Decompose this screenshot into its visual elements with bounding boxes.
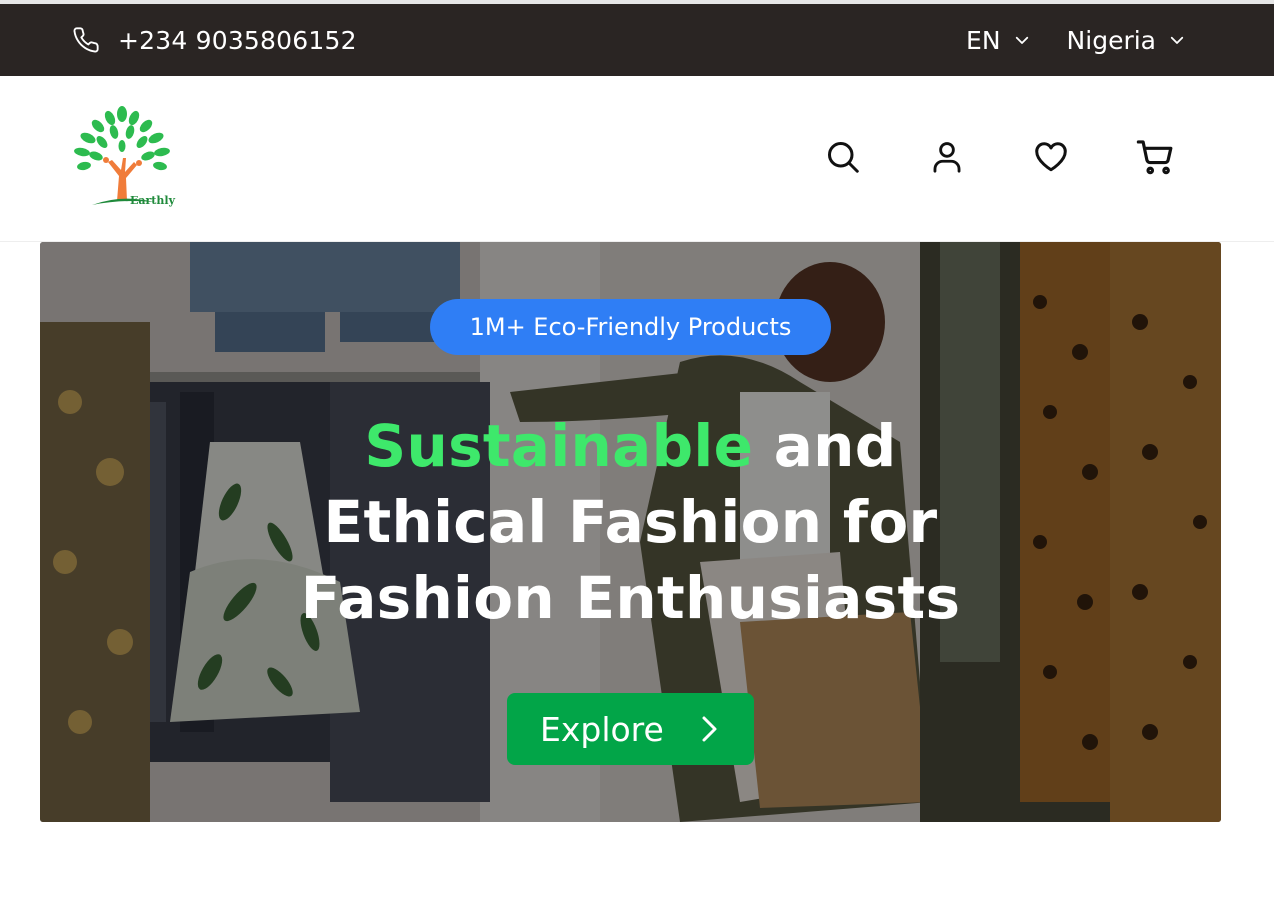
headline-line2: Ethical Fashion for [323,488,938,556]
country-selector[interactable]: Nigeria [1067,26,1186,55]
chevron-right-icon [698,714,720,744]
headline-line1-rest: and [753,412,897,480]
phone-number: +234 9035806152 [118,25,357,55]
top-bar: +234 9035806152 EN Nigeria [0,4,1274,76]
explore-label: Explore [540,709,664,749]
hero-banner: 1M+ Eco-Friendly Products Sustainable an… [40,242,1221,822]
chevron-down-icon [1013,31,1031,49]
explore-button[interactable]: Explore [507,693,754,765]
phone-contact[interactable]: +234 9035806152 [72,4,357,76]
user-icon[interactable] [928,138,966,176]
headline-line3: Fashion Enthusiasts [300,564,961,632]
eco-products-badge: 1M+ Eco-Friendly Products [430,299,831,355]
search-icon[interactable] [824,138,862,176]
locale-selectors: EN Nigeria [966,4,1186,76]
chevron-down-icon [1168,31,1186,49]
language-value: EN [966,25,1001,55]
logo-text: Earthly [130,194,175,207]
header-actions [824,138,1174,176]
cart-icon[interactable] [1136,138,1174,176]
hero-headline: Sustainable and Ethical Fashion for Fash… [40,408,1221,636]
country-value: Nigeria [1066,25,1156,55]
heart-icon[interactable] [1032,138,1070,176]
headline-highlight: Sustainable [364,412,754,480]
site-header: Earthly [0,76,1274,242]
language-selector[interactable]: EN [966,26,1031,55]
phone-icon [72,26,100,54]
